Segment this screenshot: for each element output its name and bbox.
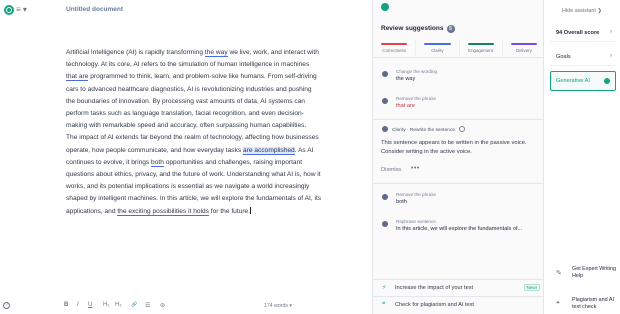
plagiarism-check-row[interactable]: ❝ Check for plagiarism and AI text — [373, 298, 545, 313]
suggestion-icon — [382, 98, 388, 104]
plagiarism-text: Plagiarism and AI text check — [572, 297, 614, 310]
expert-icon: ✎ — [556, 270, 562, 277]
suggestion-card[interactable]: Change the wording the way — [373, 69, 545, 89]
tab-clarity[interactable]: Clarity — [416, 40, 460, 57]
suggestion-card[interactable]: Rephrase sentence In this article, we wi… — [373, 219, 545, 239]
link-icon[interactable]: 🔗 — [131, 302, 137, 308]
underline-button[interactable]: U — [88, 302, 92, 308]
suggestion-underline[interactable]: the exciting possibilities it holds — [117, 207, 209, 216]
paragraph[interactable]: Artificial Intelligence (AI) is rapidly … — [66, 47, 322, 132]
category-bar — [510, 43, 537, 45]
suggestion-kind: Remove the phrase — [396, 96, 437, 101]
chevron-right-icon: › — [610, 29, 612, 35]
tab-label: Engagement — [468, 48, 494, 53]
overall-score-card[interactable]: 94 Overall score › — [550, 24, 616, 42]
suggestion-kind: Rephrase sentence — [396, 219, 436, 224]
grammarly-g-icon — [381, 3, 389, 11]
heading2-button[interactable]: H₂ — [115, 302, 122, 308]
promo-text: Check for plagiarism and AI text — [395, 302, 474, 308]
generative-ai-label: Generative AI — [556, 78, 590, 84]
dismiss-button[interactable]: Dismiss — [381, 167, 401, 173]
list-icon[interactable]: ☰ — [145, 302, 150, 309]
lightning-icon: ⚡ — [382, 285, 387, 291]
quote-icon: ❝ — [556, 301, 560, 308]
info-icon[interactable] — [458, 126, 465, 132]
category-bar — [424, 43, 451, 45]
paragraph[interactable]: The impact of AI extends far beyond the … — [66, 132, 322, 217]
category-tabs: Correctness Clarity Engagement Delivery — [373, 40, 545, 58]
bold-button[interactable]: B — [64, 302, 68, 308]
quote-icon: ❝ — [382, 302, 386, 308]
clarity-icon — [382, 126, 388, 132]
tab-correctness[interactable]: Correctness — [373, 40, 417, 57]
divider — [373, 279, 545, 280]
tab-label: Correctness — [382, 48, 406, 53]
category-bar — [381, 43, 408, 45]
chevron-right-icon: › — [610, 53, 612, 59]
plagiarism-check-link[interactable]: ❝ Plagiarism and AI text check — [556, 297, 620, 313]
generative-ai-button[interactable]: Generative AI — [550, 71, 616, 91]
word-count[interactable]: 174 words ▾ — [264, 303, 292, 309]
active-suggestion-highlight[interactable]: are accomplished — [243, 146, 295, 155]
review-title: Review suggestions 5 — [381, 25, 455, 33]
goals-card[interactable]: Goals › — [550, 48, 616, 66]
suggestion-underline[interactable]: that are — [66, 73, 89, 82]
italic-button[interactable]: I — [77, 302, 79, 308]
suggestion-value: In this article, we will explore the fun… — [396, 226, 523, 232]
expert-help-text: Get Expert Writing Help — [572, 266, 616, 279]
category-bar — [467, 43, 494, 45]
suggestion-icon — [382, 71, 388, 77]
tab-label: Delivery — [515, 48, 532, 53]
goals-text: Goals — [556, 54, 571, 60]
editor-pane: ≡ ▾ Untitled document Artificial Intelli… — [0, 0, 372, 314]
suggestion-underline[interactable]: both — [151, 158, 164, 167]
app-window: ≡ ▾ Untitled document Artificial Intelli… — [0, 0, 620, 314]
clarity-explanation: This sentence appears to be written in t… — [381, 140, 527, 155]
grammarly-logo-icon[interactable] — [4, 5, 14, 15]
divider — [373, 296, 545, 297]
suggestion-value: that are — [396, 103, 415, 109]
tab-label: Clarity — [431, 48, 444, 53]
tab-engagement[interactable]: Engagement — [460, 40, 503, 57]
text-segment: Artificial Intelligence (AI) is rapidly … — [66, 49, 205, 56]
tab-delivery[interactable]: Delivery — [503, 40, 545, 57]
document-body[interactable]: Artificial Intelligence (AI) is rapidly … — [66, 47, 322, 218]
divider — [373, 119, 545, 120]
text-segment: for the future. — [208, 207, 251, 215]
hide-assistant-button[interactable]: Hide assistant ❯ — [562, 8, 602, 14]
review-title-text: Review suggestions — [381, 25, 444, 32]
promo-text: Increase the impact of your text — [395, 285, 474, 291]
text-cursor — [250, 206, 252, 214]
review-panel: Review suggestions 5 Correctness Clarity … — [372, 0, 545, 314]
clear-format-icon[interactable]: ⊘ — [160, 302, 165, 309]
suggestion-kind: Change the wording — [396, 69, 438, 74]
suggestion-count-badge: 5 — [446, 25, 455, 33]
suggestion-icon — [382, 194, 388, 200]
suggestion-value: the way — [396, 76, 416, 82]
suggestion-underline[interactable]: the way — [204, 49, 228, 57]
help-icon[interactable]: ? — [3, 302, 10, 309]
suggestion-icon — [382, 221, 388, 227]
expert-help-link[interactable]: ✎ Get Expert Writing Help — [556, 266, 620, 282]
text-segment: programmed to think, learn, and problem-… — [66, 73, 317, 130]
menu-icon[interactable]: ≡ ▾ — [16, 5, 27, 15]
divider — [373, 183, 545, 184]
text-segment: opportunities and challenges, raising im… — [66, 158, 322, 215]
overall-score-text: 94 Overall score — [556, 30, 600, 36]
sparkle-icon — [604, 78, 610, 84]
suggestion-card[interactable]: Remove the phrase both — [373, 192, 545, 212]
more-options-icon[interactable]: ••• — [411, 165, 420, 172]
document-title[interactable]: Untitled document — [66, 6, 123, 13]
suggestion-card[interactable]: Remove the phrase that are — [373, 96, 545, 116]
suggestion-kind: Remove the phrase — [396, 192, 437, 197]
improve-impact-row[interactable]: ⚡ Increase the impact of your text New! — [373, 281, 545, 296]
heading1-button[interactable]: H₁ — [103, 302, 109, 308]
clarity-heading: Clarity · Rewrite the sentence — [392, 128, 455, 133]
new-badge: New! — [523, 284, 540, 291]
suggestion-value: both — [396, 199, 407, 205]
clarity-card-header: Clarity · Rewrite the sentence — [382, 126, 465, 133]
